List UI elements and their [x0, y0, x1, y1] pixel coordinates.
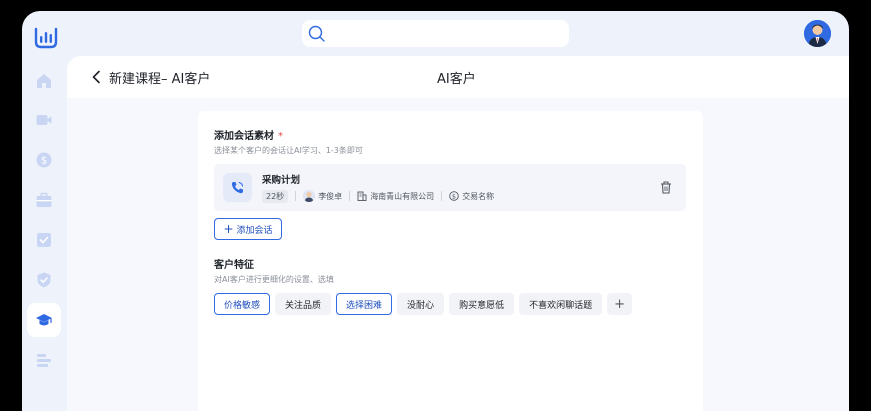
- trait-tag[interactable]: 没耐心: [397, 293, 445, 315]
- trait-tag[interactable]: 购买意愿低: [449, 293, 515, 315]
- divider: [349, 191, 351, 201]
- trait-tag[interactable]: 不喜欢闲聊话题: [519, 293, 603, 315]
- required-mark: *: [278, 131, 283, 142]
- sidebar-item-video[interactable]: [27, 103, 61, 137]
- video-icon: [36, 115, 52, 125]
- add-session-label: 添加会话: [236, 225, 273, 236]
- person-name: 李俊卓: [318, 191, 343, 201]
- trait-tag[interactable]: 价格敏感: [214, 293, 271, 315]
- form-card: 添加会话素材 * 选择某个客户的会话让AI学习、1-3条即可 采购计划 22秒: [198, 111, 703, 411]
- app-logo-icon[interactable]: [34, 27, 58, 49]
- page-header: 新建课程– AI客户 AI客户: [67, 56, 849, 98]
- material-title-text: 添加会话素材: [214, 131, 274, 142]
- divider: [295, 191, 297, 201]
- add-session-button[interactable]: + 添加会话: [214, 218, 282, 240]
- material-section-title: 添加会话素材 *: [214, 127, 283, 142]
- sidebar-item-chart[interactable]: [27, 343, 61, 377]
- home-icon: [37, 74, 51, 88]
- sidebar-item-course[interactable]: [27, 303, 61, 337]
- app-window: $ 新建课程– AI客户 AI客户 添加会话素材 * 选择某个客户的会话让AI学习…: [22, 11, 849, 411]
- sidebar-item-home[interactable]: [27, 64, 61, 98]
- traits-section-title: 客户特征: [214, 260, 254, 271]
- check-box-icon: [37, 233, 51, 247]
- dollar-icon: $: [36, 152, 52, 168]
- graduation-cap-icon: [36, 314, 52, 326]
- user-avatar-image-icon: [804, 20, 831, 47]
- shield-icon: [37, 272, 51, 288]
- divider: [441, 191, 443, 201]
- back-arrow-icon[interactable]: [91, 70, 101, 84]
- search-icon: [308, 25, 325, 42]
- material-section-subtitle: 选择某个客户的会话让AI学习、1-3条即可: [214, 146, 363, 155]
- building-icon: [357, 191, 367, 201]
- deal-name: 交易名称: [462, 191, 495, 201]
- material-title: 采购计划: [262, 175, 301, 186]
- trait-tag[interactable]: 选择困难: [336, 293, 393, 315]
- company-name: 海南青山有限公司: [370, 191, 435, 201]
- svg-text:$: $: [452, 192, 456, 200]
- user-avatar[interactable]: [804, 20, 831, 47]
- sidebar-item-check[interactable]: [27, 223, 61, 257]
- dollar-circle-icon: $: [449, 191, 459, 201]
- sidebar-item-briefcase[interactable]: [27, 183, 61, 217]
- delete-trash-icon[interactable]: [660, 181, 672, 194]
- phone-call-icon: [223, 173, 252, 202]
- trait-tag[interactable]: 关注品质: [275, 293, 332, 315]
- material-meta: 22秒 李俊卓 海南青山有限公司 $ 交易名称: [262, 189, 494, 203]
- search-input[interactable]: [302, 20, 569, 47]
- page-title: 新建课程– AI客户: [109, 72, 211, 87]
- trait-tags: 价格敏感 关注品质 选择困难 没耐心 购买意愿低 不喜欢闲聊话题 +: [214, 293, 632, 315]
- sidebar-item-shield[interactable]: [27, 263, 61, 297]
- plus-icon: +: [223, 222, 234, 236]
- person-avatar-icon: [303, 190, 316, 202]
- material-item[interactable]: 采购计划 22秒 李俊卓 海南青山有限公司 $ 交易名称: [214, 164, 686, 211]
- duration-badge: 22秒: [262, 189, 289, 203]
- add-trait-button[interactable]: +: [607, 293, 632, 315]
- page-center-title: AI客户: [437, 72, 476, 87]
- svg-text:$: $: [41, 156, 47, 167]
- main-panel: 新建课程– AI客户 AI客户 添加会话素材 * 选择某个客户的会话让AI学习、1…: [67, 56, 849, 411]
- bar-chart-icon: [37, 354, 51, 367]
- sidebar-item-money[interactable]: $: [27, 143, 61, 177]
- traits-section-subtitle: 对AI客户进行更细化的设置、选填: [214, 275, 334, 284]
- briefcase-icon: [36, 192, 52, 207]
